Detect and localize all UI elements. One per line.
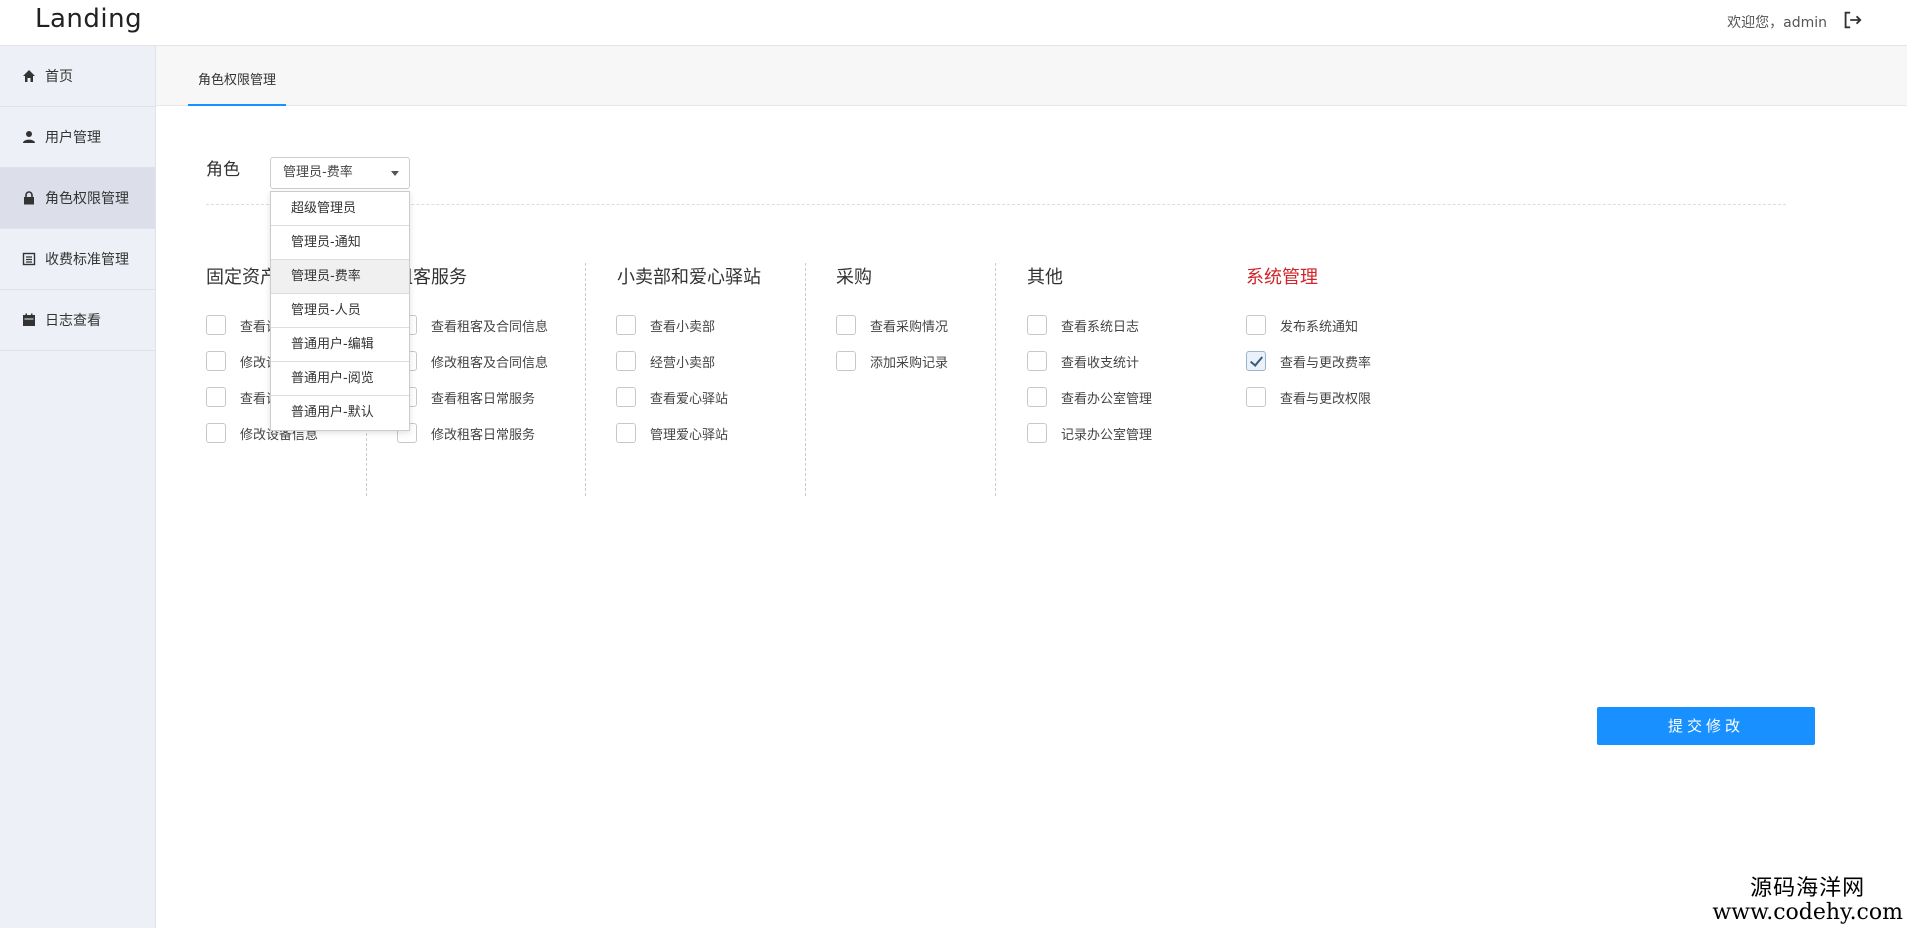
permission-checkbox[interactable] xyxy=(1246,315,1266,335)
permission-item: 管理爱心驿站 xyxy=(616,423,728,443)
user-icon xyxy=(23,131,35,143)
tab-bar: 角色权限管理 xyxy=(156,46,1907,106)
sidebar-item-label: 首页 xyxy=(45,69,73,85)
permission-label: 查看小卖部 xyxy=(650,319,716,335)
permission-checkbox[interactable] xyxy=(1027,315,1047,335)
permission-label: 查看系统日志 xyxy=(1061,319,1140,335)
tab-role-permissions[interactable]: 角色权限管理 xyxy=(188,46,287,106)
permission-label: 查看与更改费率 xyxy=(1280,355,1372,371)
sidebar-item-logs[interactable]: 日志查看 xyxy=(0,290,155,351)
permission-item: 查看小卖部 xyxy=(616,315,715,335)
permission-item: 查看办公室管理 xyxy=(1027,387,1152,407)
permission-label: 记录办公室管理 xyxy=(1061,427,1153,443)
permission-item: 记录办公室管理 xyxy=(1027,423,1152,443)
home-icon xyxy=(23,70,35,82)
permission-label: 修改租客及合同信息 xyxy=(431,355,549,371)
permission-checkbox[interactable] xyxy=(616,351,636,371)
permission-checkbox[interactable] xyxy=(616,315,636,335)
permission-checkbox[interactable] xyxy=(836,351,856,371)
permission-checkbox[interactable] xyxy=(1246,387,1266,407)
permission-item: 查看租客及合同信息 xyxy=(397,315,548,335)
role-option-selected[interactable]: 管理员-费率 xyxy=(271,260,409,294)
calendar-icon xyxy=(23,313,35,326)
watermark: 源码海洋网 www.codehy.com xyxy=(1712,870,1903,925)
logout-icon[interactable] xyxy=(1841,9,1863,31)
divider xyxy=(206,204,1786,205)
role-option[interactable]: 普通用户-默认 xyxy=(271,396,409,430)
role-option[interactable]: 管理员-通知 xyxy=(271,226,409,260)
permission-label: 添加采购记录 xyxy=(870,355,949,371)
role-dropdown-menu: 超级管理员 管理员-通知 管理员-费率 管理员-人员 普通用户-编辑 普通用户-… xyxy=(270,191,410,431)
permission-item: 查看与更改费率 xyxy=(1246,351,1371,371)
caret-down-icon xyxy=(391,171,399,176)
permission-item: 查看采购情况 xyxy=(836,315,948,335)
permission-checkbox-checked[interactable] xyxy=(1246,351,1266,371)
role-select[interactable]: 管理员-费率 xyxy=(270,157,410,189)
watermark-line2: www.codehy.com xyxy=(1712,900,1903,925)
permission-label: 管理爱心驿站 xyxy=(650,427,729,443)
sidebar-item-fees[interactable]: 收费标准管理 xyxy=(0,229,155,290)
permission-item: 查看系统日志 xyxy=(1027,315,1139,335)
permission-item: 添加采购记录 xyxy=(836,351,948,371)
permission-checkbox[interactable] xyxy=(206,387,226,407)
permission-item: 查看爱心驿站 xyxy=(616,387,728,407)
group-other: 其他 查看系统日志 查看收支统计 查看办公室管理 记录办公室管理 xyxy=(995,263,1220,496)
role-option[interactable]: 普通用户-阅览 xyxy=(271,362,409,396)
list-icon xyxy=(22,252,36,266)
group-procurement: 采购 查看采购情况 添加采购记录 xyxy=(805,263,995,496)
permission-checkbox[interactable] xyxy=(1027,351,1047,371)
permission-label: 查看租客日常服务 xyxy=(431,391,536,407)
role-label: 角色 xyxy=(206,160,240,180)
group-system-management: 系统管理 发布系统通知 查看与更改费率 查看与更改权限 xyxy=(1246,263,1466,496)
sidebar-item-roles[interactable]: 角色权限管理 xyxy=(0,168,155,229)
permission-item: 发布系统通知 xyxy=(1246,315,1358,335)
permission-checkbox[interactable] xyxy=(206,351,226,371)
group-title: 其他 xyxy=(1027,267,1063,288)
group-title: 小卖部和爱心驿站 xyxy=(617,267,761,288)
permission-checkbox[interactable] xyxy=(206,315,226,335)
permission-label: 查看租客及合同信息 xyxy=(431,319,549,335)
permission-item: 经营小卖部 xyxy=(616,351,715,371)
sidebar-item-home[interactable]: 首页 xyxy=(0,46,155,107)
permission-label: 发布系统通知 xyxy=(1280,319,1359,335)
permission-checkbox[interactable] xyxy=(836,315,856,335)
welcome-text: 欢迎您，admin xyxy=(1727,15,1827,31)
sidebar-item-users[interactable]: 用户管理 xyxy=(0,107,155,168)
watermark-line1: 源码海洋网 xyxy=(1750,876,1866,901)
permission-label: 查看与更改权限 xyxy=(1280,391,1372,407)
group-title: 固定资产 xyxy=(206,267,278,288)
permission-item: 查看收支统计 xyxy=(1027,351,1139,371)
permission-item: 查看租客日常服务 xyxy=(397,387,535,407)
permission-checkbox[interactable] xyxy=(1027,387,1047,407)
permission-item: 修改租客日常服务 xyxy=(397,423,535,443)
permission-label: 查看采购情况 xyxy=(870,319,949,335)
group-title: 系统管理 xyxy=(1246,267,1318,288)
sidebar-item-label: 用户管理 xyxy=(45,130,101,146)
permission-label: 查看爱心驿站 xyxy=(650,391,729,407)
role-select-value: 管理员-费率 xyxy=(283,165,353,180)
sidebar: 首页 用户管理 角色权限管理 收费标准管理 日志查看 xyxy=(0,46,156,928)
role-option[interactable]: 普通用户-编辑 xyxy=(271,328,409,362)
sidebar-item-label: 收费标准管理 xyxy=(45,252,129,268)
submit-changes-button[interactable]: 提交修改 xyxy=(1597,707,1815,745)
permission-item: 修改租客及合同信息 xyxy=(397,351,548,371)
permission-checkbox[interactable] xyxy=(616,387,636,407)
top-bar: Landing 欢迎您，admin xyxy=(0,0,1907,46)
permission-checkbox[interactable] xyxy=(1027,423,1047,443)
sidebar-item-label: 角色权限管理 xyxy=(45,191,129,207)
permission-label: 查看收支统计 xyxy=(1061,355,1140,371)
permission-item: 查看与更改权限 xyxy=(1246,387,1371,407)
app-logo[interactable]: Landing xyxy=(35,4,142,34)
group-shop-station: 小卖部和爱心驿站 查看小卖部 经营小卖部 查看爱心驿站 管理爱心驿站 xyxy=(585,263,805,496)
role-option[interactable]: 管理员-人员 xyxy=(271,294,409,328)
permission-checkbox[interactable] xyxy=(206,423,226,443)
sidebar-item-label: 日志查看 xyxy=(45,313,101,329)
permission-label: 修改租客日常服务 xyxy=(431,427,536,443)
lock-icon xyxy=(24,191,34,205)
permission-label: 经营小卖部 xyxy=(650,355,716,371)
permission-label: 查看办公室管理 xyxy=(1061,391,1153,407)
permission-checkbox[interactable] xyxy=(616,423,636,443)
role-option[interactable]: 超级管理员 xyxy=(271,192,409,226)
group-title: 采购 xyxy=(836,267,872,288)
